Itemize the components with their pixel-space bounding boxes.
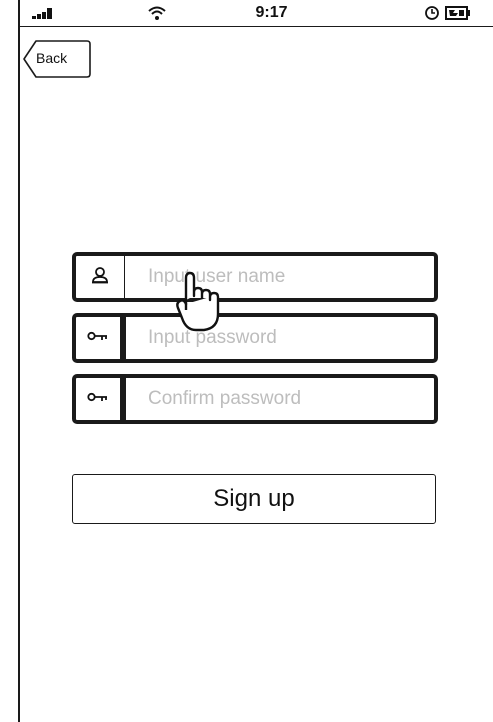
alarm-icon [424, 5, 440, 26]
signup-button[interactable]: Sign up [72, 474, 436, 524]
confirm-password-field[interactable] [72, 374, 438, 424]
hand-pointer-icon [176, 270, 224, 341]
confirm-password-input[interactable] [148, 386, 418, 412]
back-button-label: Back [36, 50, 68, 66]
username-field[interactable] [72, 252, 438, 302]
back-button[interactable]: Back [22, 40, 92, 78]
key-icon [87, 390, 109, 408]
status-time: 9:17 [255, 4, 288, 21]
key-icon [87, 329, 109, 347]
password-icon-box [76, 317, 126, 359]
battery-icon [445, 6, 471, 25]
signup-button-label: Sign up [213, 485, 295, 512]
username-icon-box [76, 256, 125, 298]
confirm-password-icon-box [76, 378, 126, 420]
user-icon [91, 266, 109, 289]
status-bar: 9:17 [20, 0, 493, 27]
password-field[interactable] [72, 313, 438, 363]
